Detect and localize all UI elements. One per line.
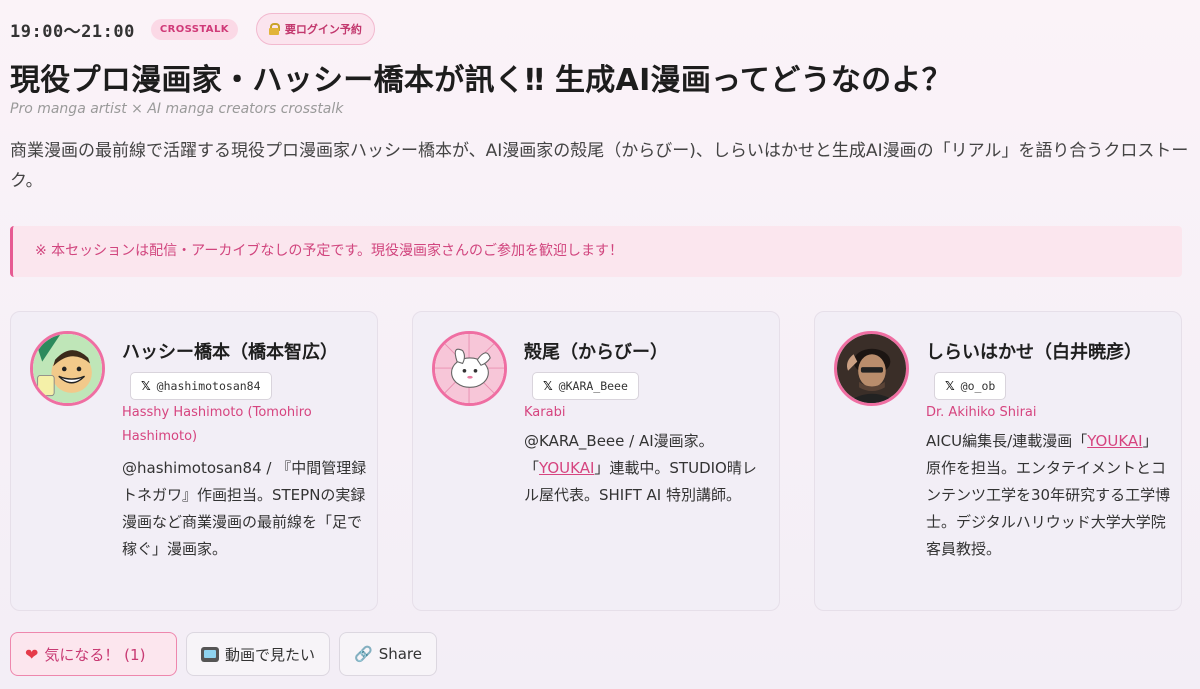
category-badge: CROSSTALK: [150, 18, 238, 40]
speaker-bio-text: AICU編集長/連載漫画「: [926, 432, 1088, 450]
session-description: 商業漫画の最前線で活躍する現役プロ漫画家ハッシー橋本が、AI漫画家の殻尾（からび…: [10, 141, 1189, 191]
session-title: 現役プロ漫画家・ハッシー橋本が訊く‼ 生成AI漫画ってどうなのよ？: [10, 63, 953, 98]
speaker-bio-text: 」原作を担当。エンタテイメントとコンテンツ工学を30年研究する工学博士。デジタル…: [926, 432, 1171, 558]
speaker-en-name: Karabi: [524, 405, 566, 420]
speaker-bio: AICU編集長/連載漫画「YOUKAI」原作を担当。エンタテイメントとコンテンツ…: [926, 428, 1171, 563]
notice-banner: ※ 本セッションは配信・アーカイブなしの予定です。現役漫画家さんのご参加を歓迎し…: [10, 226, 1182, 277]
speaker-avatar: [30, 331, 105, 406]
x-handle: @o_ob: [960, 379, 996, 393]
x-handle: @hashimotosan84: [156, 379, 261, 393]
speaker-avatar: [834, 331, 909, 406]
link-icon: 🔗: [354, 645, 373, 663]
x-handle: @KARA_Beee: [558, 379, 628, 393]
x-handle-link[interactable]: 𝕏 @hashimotosan84: [130, 372, 272, 400]
tv-icon: [201, 646, 219, 662]
speaker-card-shirai: しらいはかせ（白井暁彦） 𝕏 @o_ob Dr. Akihiko Shirai …: [814, 311, 1182, 611]
speaker-bio: @hashimotosan84 / 『中間管理録トネガワ』作画担当。STEPNの…: [122, 459, 367, 558]
speaker-name: しらいはかせ（白井暁彦）: [926, 342, 1142, 363]
speaker-card-karabi: 殻尾（からびー） 𝕏 @KARA_Beee Karabi @KARA_Beee …: [412, 311, 780, 611]
rabbit-character-avatar-image: [435, 334, 504, 403]
x-handle-link[interactable]: 𝕏 @o_ob: [934, 372, 1007, 400]
x-logo-icon: 𝕏: [543, 379, 553, 393]
share-button[interactable]: 🔗 Share: [339, 632, 437, 676]
interested-button[interactable]: ❤ 気になる！ (1): [10, 632, 177, 676]
speaker-bio: @KARA_Beee / AI漫画家。「YOUKAI」連載中。STUDIO晴レル…: [524, 428, 769, 509]
want-video-button[interactable]: 動画で見たい: [186, 632, 331, 676]
share-label: Share: [378, 645, 422, 663]
x-logo-icon: 𝕏: [141, 379, 151, 393]
session-subtitle: Pro manga artist × AI manga creators cro…: [10, 101, 344, 117]
lock-icon: [268, 23, 280, 35]
manga-face-avatar-image: [33, 334, 102, 403]
x-logo-icon: 𝕏: [945, 379, 955, 393]
action-bar: ❤ 気になる！ (1) 動画で見たい 🔗 Share: [10, 632, 437, 676]
speaker-avatar: [432, 331, 507, 406]
youkai-link[interactable]: YOUKAI: [1087, 432, 1142, 450]
interested-label: 気になる！ (1): [44, 645, 146, 664]
speaker-en-name: Hasshy Hashimoto (Tomohiro Hashimoto): [122, 405, 312, 444]
youkai-link[interactable]: YOUKAI: [539, 459, 594, 477]
speaker-card-hashimoto: ハッシー橋本（橋本智広） 𝕏 @hashimotosan84 Hasshy Ha…: [10, 311, 378, 611]
x-handle-link[interactable]: 𝕏 @KARA_Beee: [532, 372, 639, 400]
session-meta: 19:00〜21:00 CROSSTALK 要ログイン予約: [10, 13, 375, 45]
portrait-photo-avatar-image: [837, 334, 906, 403]
want-video-label: 動画で見たい: [225, 645, 316, 664]
speaker-name: 殻尾（からびー）: [524, 342, 668, 363]
heart-icon: ❤: [25, 644, 39, 664]
login-required-badge[interactable]: 要ログイン予約: [255, 13, 375, 45]
session-time: 19:00〜21:00: [10, 21, 135, 42]
speaker-name: ハッシー橋本（橋本智広）: [122, 342, 338, 363]
speaker-en-name: Dr. Akihiko Shirai: [926, 405, 1037, 420]
login-required-label: 要ログイン予約: [284, 23, 362, 36]
speaker-list: ハッシー橋本（橋本智広） 𝕏 @hashimotosan84 Hasshy Ha…: [10, 311, 1182, 611]
